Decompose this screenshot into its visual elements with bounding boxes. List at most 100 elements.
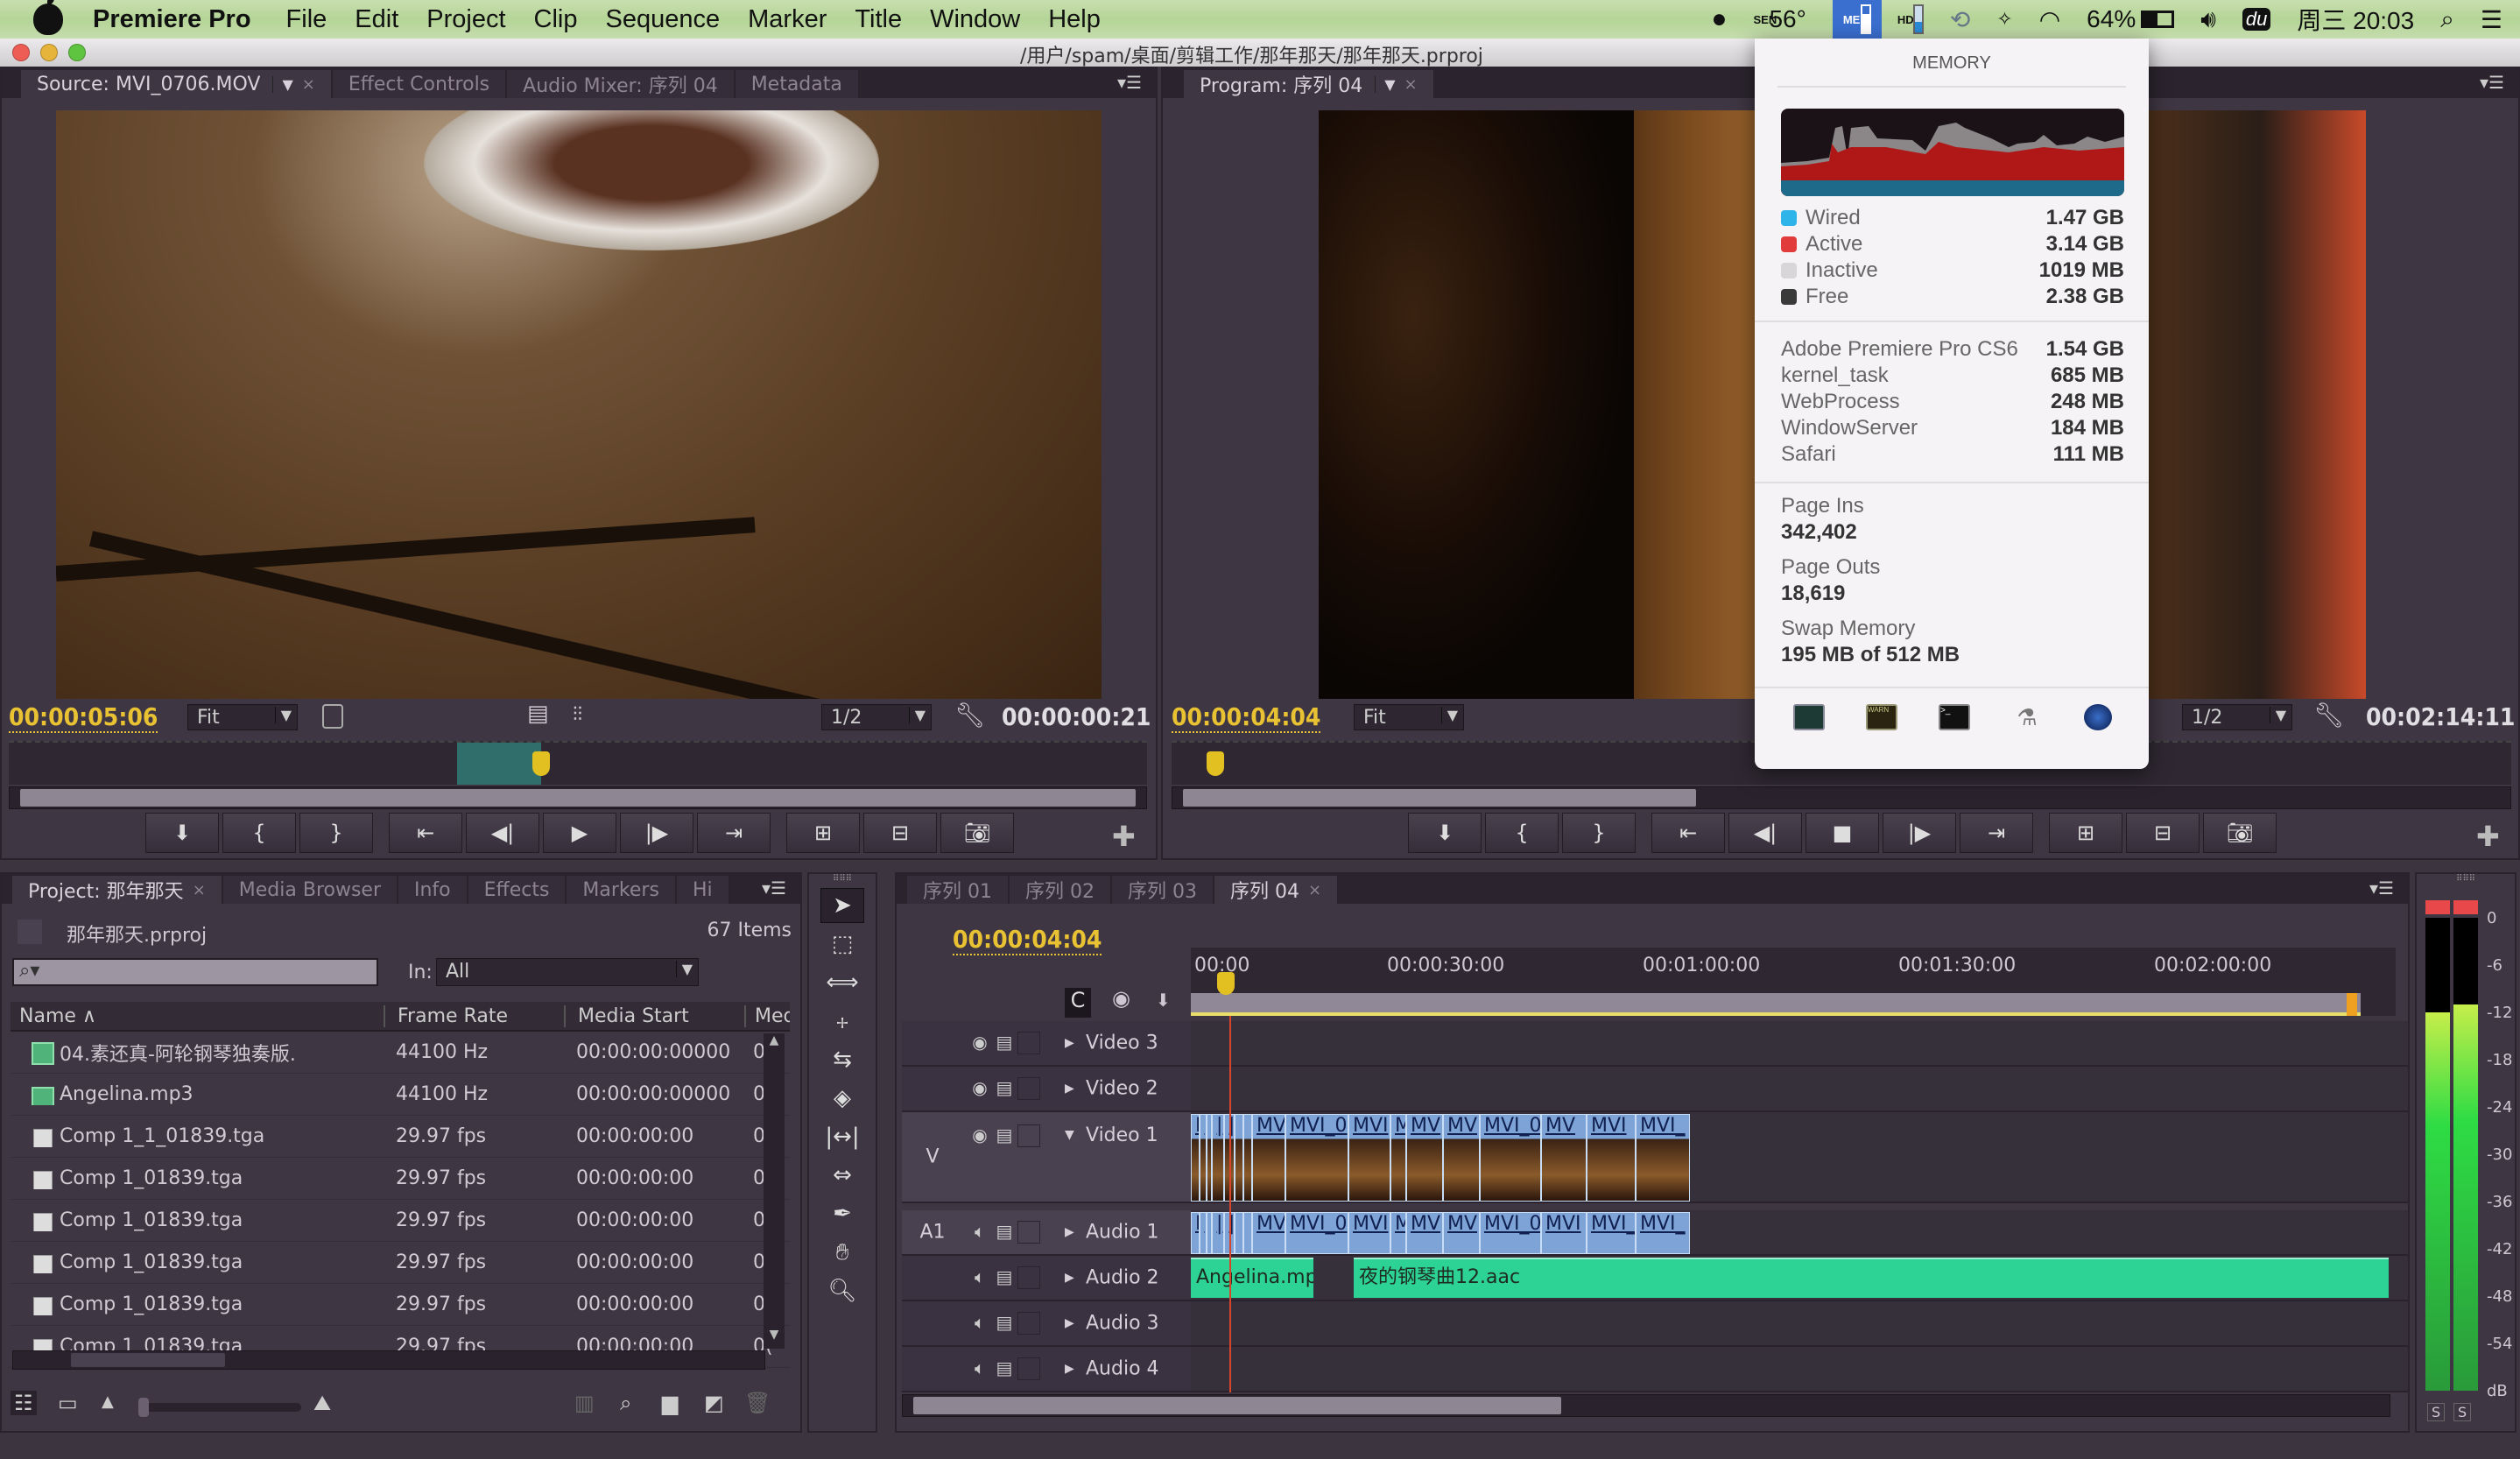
qq-icon[interactable]: ● bbox=[1711, 4, 1727, 34]
program-dropdown-icon[interactable]: ▼ bbox=[1375, 75, 1396, 93]
column-header-media-end[interactable]: Medi bbox=[744, 1004, 790, 1027]
expand-track-icon[interactable]: ▶ bbox=[1065, 1036, 1074, 1050]
speaker-icon[interactable]: 🔈︎ bbox=[968, 1266, 991, 1289]
system-information-icon[interactable] bbox=[2084, 704, 2112, 730]
eye-icon[interactable]: ◉ bbox=[968, 1124, 991, 1147]
bluetooth-icon[interactable]: ✧ bbox=[1996, 8, 2012, 31]
close-tab-icon[interactable]: × bbox=[1404, 75, 1418, 94]
tab-program[interactable]: Program: 序列 04 ▼ × bbox=[1184, 70, 1435, 98]
step-forward-button[interactable]: |▶ bbox=[1883, 813, 1956, 853]
sync-lock-icon[interactable]: ▤ bbox=[993, 1077, 1016, 1100]
extract-button[interactable]: ⊟ bbox=[2126, 813, 2200, 853]
tab-audio-mixer[interactable]: Audio Mixer: 序列 04 bbox=[507, 70, 736, 98]
play-button[interactable]: ▶ bbox=[543, 813, 616, 853]
add-marker-icon[interactable]: ⬇ bbox=[1156, 990, 1171, 1011]
in-filter-dropdown[interactable]: All ▼ bbox=[436, 958, 699, 986]
wrench-icon[interactable]: 🔧︎ bbox=[954, 701, 986, 730]
program-resolution-dropdown[interactable]: 1/2 ▼ bbox=[2182, 704, 2292, 730]
add-marker-button[interactable]: ⬇ bbox=[145, 813, 219, 853]
timeline-h-thumb[interactable] bbox=[913, 1397, 1561, 1414]
expand-track-icon[interactable]: ▶ bbox=[1065, 1271, 1074, 1285]
table-row[interactable]: Comp 1_01839.tga29.97 fps00:00:00:000( bbox=[11, 1158, 790, 1200]
column-header-frame-rate[interactable]: Frame Rate bbox=[384, 1004, 564, 1027]
mark-in-button[interactable]: { bbox=[222, 813, 296, 853]
go-to-in-button[interactable]: ⇤ bbox=[1651, 813, 1725, 853]
linked-selection-icon[interactable]: ◉ bbox=[1112, 986, 1130, 1011]
video-clip[interactable]: MVI bbox=[1587, 1114, 1636, 1202]
table-row[interactable]: Angelina.mp344100 Hz00:00:00:000000( bbox=[11, 1074, 790, 1116]
timeline-playhead-head[interactable] bbox=[1217, 972, 1235, 995]
video-clip[interactable]: MV bbox=[1443, 1114, 1480, 1202]
in-out-range[interactable] bbox=[457, 743, 541, 785]
zoom-window-button[interactable] bbox=[68, 44, 86, 61]
speaker-icon[interactable]: 🔈︎ bbox=[968, 1357, 991, 1380]
lift-button[interactable]: ⊞ bbox=[2049, 813, 2122, 853]
clock[interactable]: 周三 20:03 bbox=[2297, 2, 2414, 37]
work-area-bar[interactable] bbox=[1191, 993, 2361, 1016]
safe-margins-icon[interactable] bbox=[322, 704, 343, 729]
menu-window[interactable]: Window bbox=[930, 5, 1020, 34]
source-resolution-dropdown[interactable]: 1/2 ▼ bbox=[821, 704, 932, 730]
stop-button[interactable]: ■ bbox=[1806, 813, 1879, 853]
speaker-icon[interactable]: 🔈︎ bbox=[968, 1312, 991, 1335]
overwrite-button[interactable]: ⊟ bbox=[863, 813, 937, 853]
export-frame-button[interactable]: 📷︎ bbox=[2203, 813, 2277, 853]
tab-history[interactable]: Hi bbox=[676, 876, 730, 904]
ripple-edit-tool[interactable]: ⟺ bbox=[820, 965, 864, 1000]
audio-clip[interactable] bbox=[1235, 1212, 1243, 1254]
audio-clip[interactable] bbox=[1243, 1212, 1252, 1254]
track-lock-icon[interactable] bbox=[1017, 1032, 1040, 1054]
time-machine-icon[interactable]: ⟲ bbox=[1950, 5, 1970, 34]
slider-handle[interactable] bbox=[138, 1398, 149, 1417]
expand-track-icon[interactable]: ▶ bbox=[1065, 1225, 1074, 1239]
step-forward-button[interactable]: |▶ bbox=[620, 813, 693, 853]
wrench-icon[interactable]: 🔧︎ bbox=[2313, 701, 2345, 730]
panel-grip[interactable]: ⠿⠿⠿ bbox=[2417, 874, 2515, 892]
video-clip[interactable]: MVI bbox=[1348, 1114, 1390, 1202]
video-clip[interactable]: M bbox=[1191, 1114, 1200, 1202]
video-clip[interactable] bbox=[1243, 1114, 1252, 1202]
apple-icon[interactable] bbox=[33, 0, 63, 35]
program-playhead[interactable] bbox=[1207, 751, 1224, 776]
tab-sequence-02[interactable]: 序列 02 bbox=[1010, 876, 1112, 904]
tab-sequence-01[interactable]: 序列 01 bbox=[907, 876, 1010, 904]
audio-clip[interactable]: MV bbox=[1252, 1212, 1285, 1254]
audio-clip[interactable]: 夜的钢琴曲12.aac bbox=[1354, 1258, 2389, 1298]
thumbnail-size-slider[interactable] bbox=[138, 1398, 301, 1417]
button-editor-icon[interactable]: ✚ bbox=[1112, 820, 1136, 853]
audio-clip[interactable]: MVI_0 bbox=[1285, 1212, 1348, 1254]
mark-out-button[interactable]: } bbox=[299, 813, 373, 853]
video-clip[interactable]: MV bbox=[1406, 1114, 1443, 1202]
mark-out-button[interactable]: } bbox=[1562, 813, 1636, 853]
expand-track-icon[interactable]: ▶ bbox=[1065, 1316, 1074, 1330]
source-dropdown-icon[interactable]: ▼ bbox=[272, 75, 293, 93]
mark-in-button[interactable]: { bbox=[1485, 813, 1559, 853]
volume-icon[interactable]: 🔊︎ bbox=[2200, 5, 2216, 34]
go-to-out-button[interactable]: ⇥ bbox=[697, 813, 771, 853]
solo-right-button[interactable]: S bbox=[2453, 1403, 2472, 1421]
sync-lock-icon[interactable]: ▤ bbox=[993, 1032, 1016, 1054]
new-item-icon[interactable]: ◩ bbox=[704, 1391, 724, 1415]
console-icon[interactable]: WARN bbox=[1866, 704, 1897, 730]
zoom-out-icon[interactable]: ▲ bbox=[102, 1392, 114, 1411]
tab-effects[interactable]: Effects bbox=[468, 876, 567, 904]
eye-icon[interactable]: ◉ bbox=[968, 1032, 991, 1054]
program-fit-dropdown[interactable]: Fit ▼ bbox=[1354, 704, 1464, 730]
add-marker-button[interactable]: ⬇ bbox=[1408, 813, 1482, 853]
program-zoom-thumb[interactable] bbox=[1183, 789, 1696, 807]
list-view-icon[interactable]: ☷ bbox=[11, 1391, 37, 1415]
table-row[interactable]: Comp 1_1_01839.tga29.97 fps00:00:00:000( bbox=[11, 1116, 790, 1158]
tab-media-browser[interactable]: Media Browser bbox=[222, 876, 398, 904]
track-target-button[interactable]: A1 bbox=[911, 1222, 954, 1244]
razor-tool[interactable]: ◈ bbox=[820, 1081, 864, 1116]
tab-sequence-04[interactable]: 序列 04 × bbox=[1214, 876, 1340, 904]
audio-clip[interactable]: MVI_ bbox=[1587, 1212, 1636, 1254]
track-target-button[interactable]: V bbox=[911, 1146, 954, 1168]
sync-lock-icon[interactable]: ▤ bbox=[993, 1312, 1016, 1335]
insert-button[interactable]: ⊞ bbox=[786, 813, 860, 853]
tab-metadata[interactable]: Metadata bbox=[735, 70, 860, 98]
source-time-ruler[interactable] bbox=[9, 741, 1147, 785]
project-vertical-scrollbar[interactable]: ▲ ▼ bbox=[764, 1033, 785, 1349]
video-clip[interactable]: | bbox=[1200, 1114, 1207, 1202]
source-current-timecode[interactable]: 00:00:05:06 bbox=[9, 702, 158, 733]
